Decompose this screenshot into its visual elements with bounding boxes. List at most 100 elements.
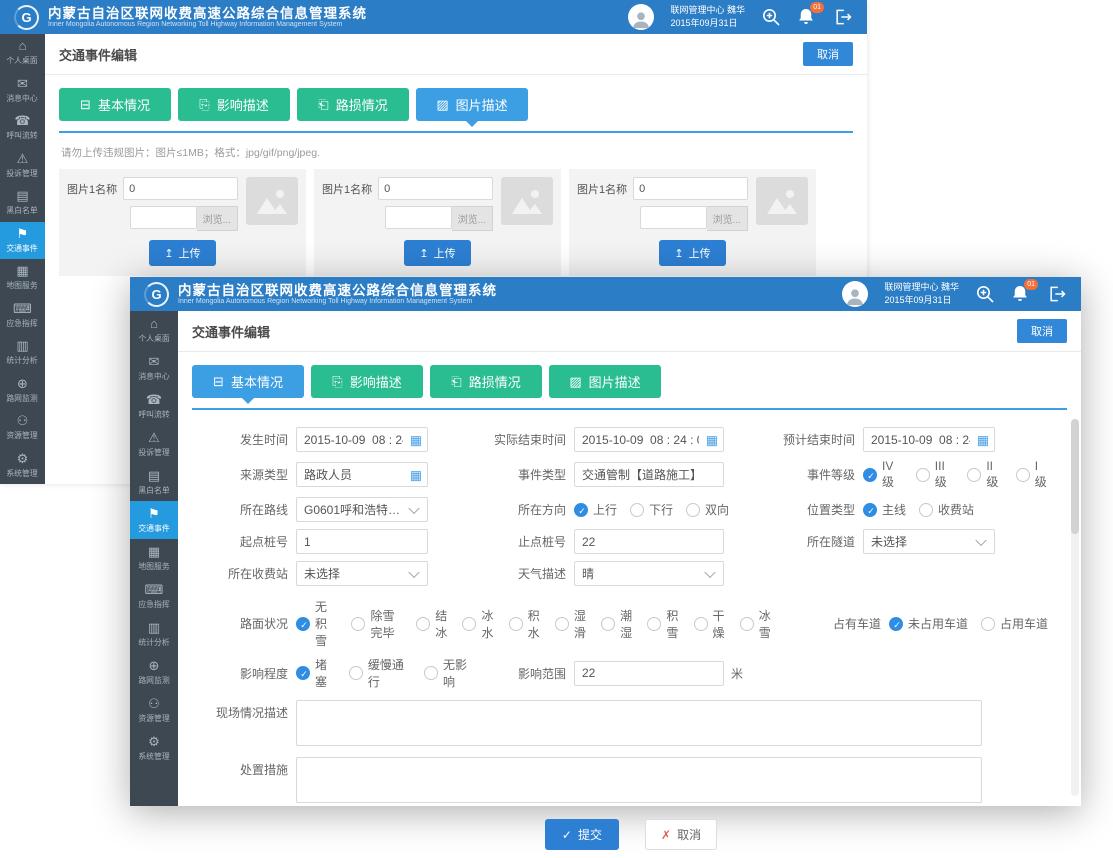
zoom-in-icon[interactable] [761, 7, 781, 27]
avatar[interactable] [842, 281, 868, 307]
cancel-top-button[interactable]: 取消 [1017, 319, 1067, 343]
measures-textarea[interactable] [296, 757, 982, 803]
scene-description-textarea[interactable] [296, 700, 982, 746]
logout-icon[interactable] [1047, 284, 1067, 304]
sidebar-item-personal-desktop[interactable]: ⌂个人桌面 [0, 34, 45, 72]
logout-icon[interactable] [833, 7, 853, 27]
sidebar-item-traffic-event[interactable]: ⚑交通事件 [0, 222, 45, 260]
radio-surface-ice-water[interactable]: 冰水 [462, 607, 495, 641]
radio-impact-slow[interactable]: 缓慢通行 [349, 656, 411, 690]
zoom-in-icon[interactable] [975, 284, 995, 304]
sidebar-item-resource-management[interactable]: ⚇资源管理 [0, 409, 45, 447]
radio-position-mainline[interactable]: 主线 [863, 501, 906, 518]
radio-event-level-1[interactable]: I级 [1016, 459, 1048, 490]
tab-road-damage[interactable]: ⎗路损情况 [430, 365, 542, 398]
sidebar-item-message-center[interactable]: ✉消息中心 [130, 349, 178, 387]
radio-lane-free[interactable]: 未占用车道 [889, 615, 968, 632]
sidebar-item-complaint-management[interactable]: ⚠投诉管理 [130, 425, 178, 463]
radio-surface-ice-snow[interactable]: 冰雪 [740, 607, 773, 641]
radio-impact-blocked[interactable]: 堵塞 [296, 656, 336, 690]
sidebar-item-personal-desktop[interactable]: ⌂个人桌面 [130, 311, 178, 349]
actual-end-time-field[interactable]: ▦ [574, 427, 724, 452]
browse-button[interactable]: 浏览... [197, 206, 238, 231]
browse-button[interactable]: 浏览... [452, 206, 493, 231]
cancel-button[interactable]: ✗取消 [645, 819, 717, 850]
bell-icon[interactable]: 01 [797, 7, 817, 27]
calendar-icon[interactable]: ▦ [706, 433, 718, 446]
submit-button[interactable]: ✓提交 [545, 819, 619, 850]
weather-select[interactable]: 晴 [574, 561, 724, 586]
picker-icon[interactable]: ▦ [410, 468, 422, 481]
end-stake-input[interactable] [582, 535, 716, 549]
sidebar-item-emergency-command[interactable]: ⌨应急指挥 [0, 297, 45, 335]
radio-surface-snow-cleared[interactable]: 除雪完毕 [351, 607, 403, 641]
radio-surface-damp[interactable]: 潮湿 [601, 607, 634, 641]
upload-button[interactable]: ↥上传 [404, 240, 470, 266]
radio-surface-slippery[interactable]: 湿滑 [555, 607, 588, 641]
scrollbar-track[interactable] [1071, 419, 1079, 796]
impact-range-input[interactable] [582, 666, 716, 680]
end-stake-field[interactable] [574, 529, 724, 554]
image-name-input[interactable] [378, 177, 493, 200]
sidebar-item-call-transfer[interactable]: ☎呼叫流转 [130, 387, 178, 425]
occur-time-input[interactable] [304, 433, 403, 447]
radio-lane-occupied[interactable]: 占用车道 [981, 615, 1048, 632]
source-type-field[interactable]: ▦ [296, 462, 428, 487]
scrollbar-thumb[interactable] [1071, 419, 1079, 534]
sidebar-item-call-transfer[interactable]: ☎呼叫流转 [0, 109, 45, 147]
radio-event-level-4[interactable]: IV级 [863, 459, 903, 490]
route-select[interactable]: G0601呼和浩特绕城高速 [296, 497, 428, 522]
actual-end-time-input[interactable] [582, 433, 699, 447]
sidebar-item-complaint-management[interactable]: ⚠投诉管理 [0, 147, 45, 185]
radio-event-level-2[interactable]: II级 [967, 459, 1002, 490]
upload-button[interactable]: ↥上传 [659, 240, 725, 266]
radio-surface-no-snow[interactable]: 无积雪 [296, 598, 338, 649]
tunnel-select[interactable]: 未选择 [863, 529, 995, 554]
radio-surface-snow[interactable]: 积雪 [647, 607, 680, 641]
sidebar-item-black-white-list[interactable]: ▤黑白名单 [130, 463, 178, 501]
radio-direction-both[interactable]: 双向 [686, 501, 729, 518]
sidebar-item-map-service[interactable]: ▦地图服务 [130, 539, 178, 577]
radio-event-level-3[interactable]: III级 [916, 459, 955, 490]
cancel-top-button[interactable]: 取消 [803, 42, 853, 66]
event-type-input[interactable] [582, 468, 716, 482]
expected-end-time-input[interactable] [871, 433, 970, 447]
sidebar-item-map-service[interactable]: ▦地图服务 [0, 259, 45, 297]
tab-impact-desc[interactable]: ⎘影响描述 [311, 365, 423, 398]
tab-picture-desc[interactable]: ▨图片描述 [416, 88, 528, 121]
source-type-input[interactable] [304, 468, 403, 482]
file-path-input[interactable] [385, 206, 452, 229]
radio-surface-ponding[interactable]: 积水 [509, 607, 542, 641]
sidebar-item-message-center[interactable]: ✉消息中心 [0, 72, 45, 110]
sidebar-item-traffic-event[interactable]: ⚑交通事件 [130, 501, 178, 539]
impact-range-field[interactable] [574, 661, 724, 686]
bell-icon[interactable]: 01 [1011, 284, 1031, 304]
image-name-input[interactable] [633, 177, 748, 200]
radio-direction-up[interactable]: 上行 [574, 501, 617, 518]
tab-impact-desc[interactable]: ⎘影响描述 [178, 88, 290, 121]
expected-end-time-field[interactable]: ▦ [863, 427, 995, 452]
start-stake-input[interactable] [304, 535, 420, 549]
file-path-input[interactable] [640, 206, 707, 229]
radio-position-tollstation[interactable]: 收费站 [919, 501, 974, 518]
tab-basic-info[interactable]: ⊟基本情况 [192, 365, 304, 398]
sidebar-item-emergency-command[interactable]: ⌨应急指挥 [130, 577, 178, 615]
occur-time-field[interactable]: ▦ [296, 427, 428, 452]
sidebar-item-system-management[interactable]: ⚙系统管理 [130, 729, 178, 767]
sidebar-item-road-monitor[interactable]: ⊕路网监测 [130, 653, 178, 691]
upload-button[interactable]: ↥上传 [149, 240, 215, 266]
file-path-input[interactable] [130, 206, 197, 229]
avatar[interactable] [628, 4, 654, 30]
browse-button[interactable]: 浏览... [707, 206, 748, 231]
start-stake-field[interactable] [296, 529, 428, 554]
tab-picture-desc[interactable]: ▨图片描述 [549, 365, 661, 398]
sidebar-item-resource-management[interactable]: ⚇资源管理 [130, 691, 178, 729]
radio-surface-dry[interactable]: 干燥 [694, 607, 727, 641]
tab-basic-info[interactable]: ⊟基本情况 [59, 88, 171, 121]
event-type-field[interactable] [574, 462, 724, 487]
image-name-input[interactable] [123, 177, 238, 200]
radio-impact-none[interactable]: 无影响 [424, 656, 475, 690]
sidebar-item-statistics[interactable]: ▥统计分析 [0, 334, 45, 372]
sidebar-item-black-white-list[interactable]: ▤黑白名单 [0, 184, 45, 222]
calendar-icon[interactable]: ▦ [977, 433, 989, 446]
